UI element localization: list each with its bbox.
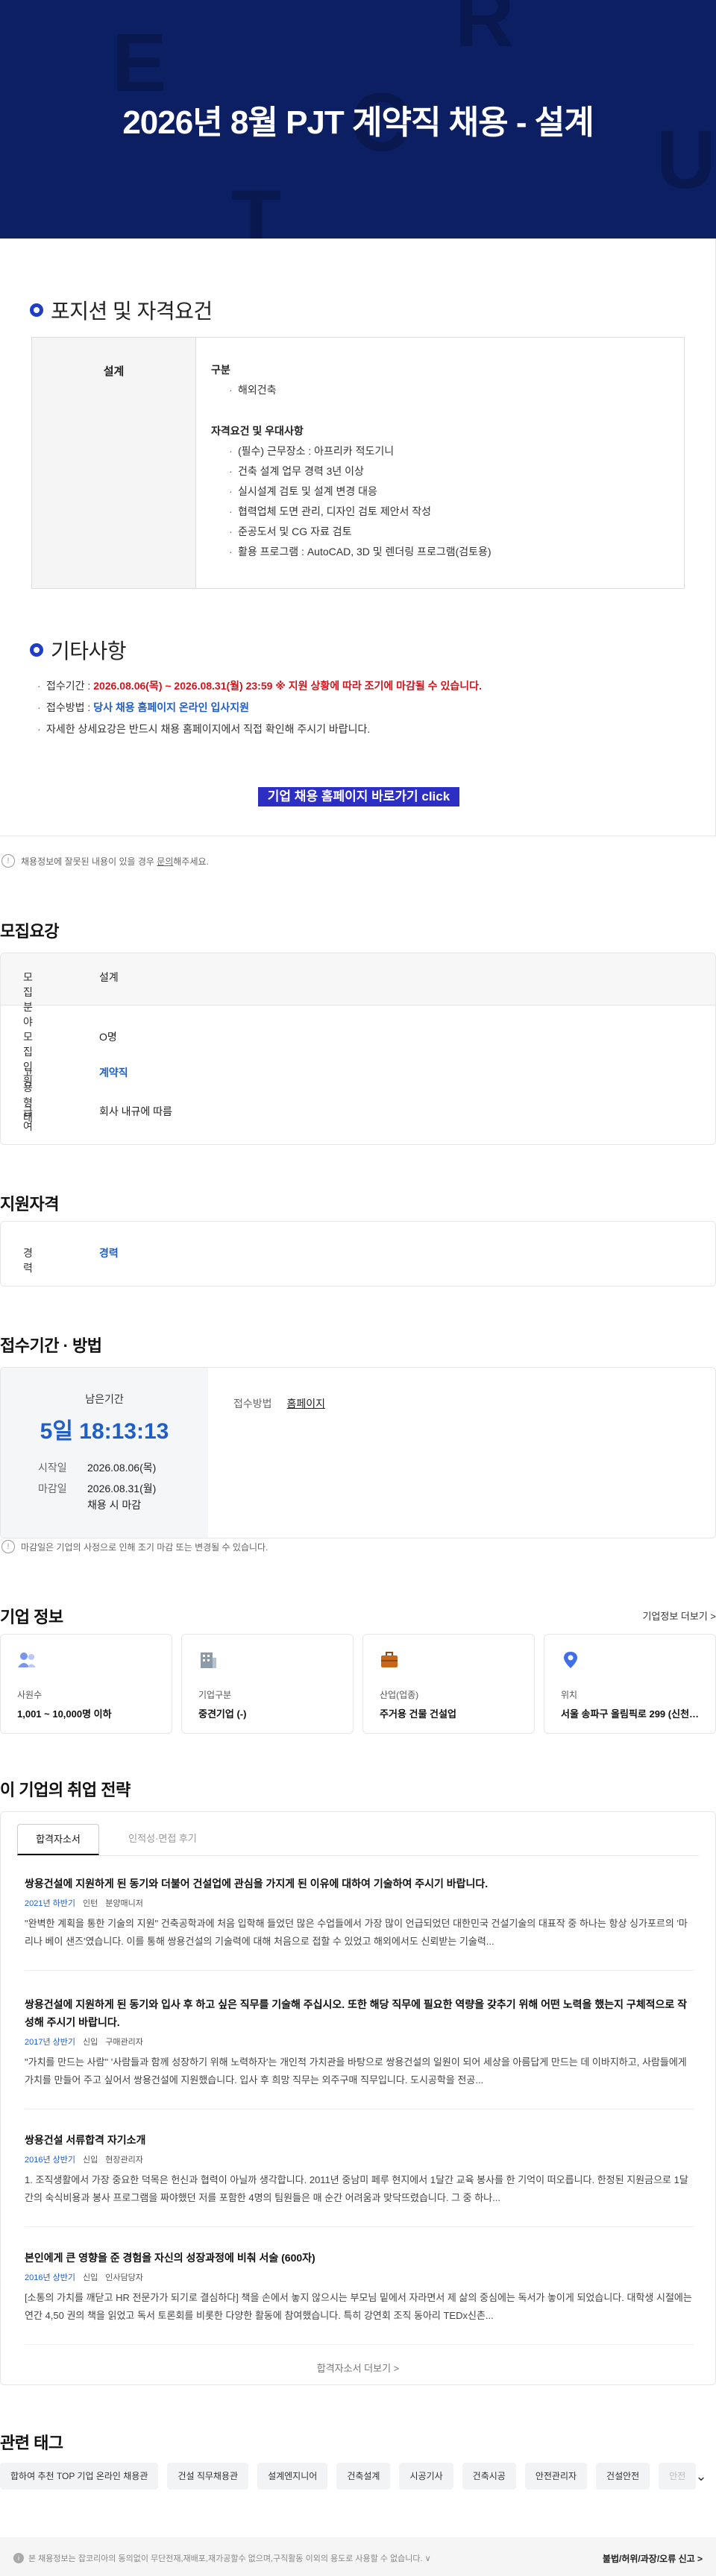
company-more-link[interactable]: 기업정보 더보기 > bbox=[642, 1609, 716, 1623]
inquiry-link[interactable]: 문의 bbox=[157, 856, 173, 867]
chevron-down-icon[interactable]: ⌄ bbox=[692, 2467, 710, 2485]
qualification-card: 경력 경력 bbox=[0, 1221, 716, 1287]
people-icon bbox=[18, 1652, 36, 1667]
briefcase-icon bbox=[381, 1652, 398, 1667]
footer-bar: i 본 채용정보는 잡코리아의 동의없이 무단전재,재배포,재가공할수 없으며,… bbox=[0, 2537, 716, 2576]
strategy-tabs: 합격자소서 인적성·면접 후기 bbox=[17, 1824, 204, 1855]
job-title: 2026년 8월 PJT 계약직 채용 - 설계 bbox=[122, 104, 594, 141]
tab-essays[interactable]: 합격자소서 bbox=[17, 1824, 99, 1855]
countdown-timer: 5일 18:13:13 bbox=[40, 1419, 169, 1444]
essay-item[interactable]: 쌍용건설에 지원하게 된 동기와 입사 후 하고 싶은 직무를 기술해 주십시오… bbox=[25, 1995, 694, 2109]
more-essays-link[interactable]: 합격자소서 더보기 > bbox=[1, 2361, 715, 2375]
etc-list: 접수기간 : 2026.08.06(목) ~ 2026.08.31(월) 23:… bbox=[37, 675, 482, 740]
summary-heading: 모집요강 bbox=[0, 922, 59, 941]
period-card: 남은기간 5일 18:13:13 시작일 2026.08.06(목) 마감일 202… bbox=[0, 1367, 716, 1538]
essay-item[interactable]: 본인에게 큰 영향을 준 경험을 자신의 성장과정에 비춰 서술 (600자) … bbox=[25, 2249, 694, 2345]
copyright-notice: i 본 채용정보는 잡코리아의 동의없이 무단전재,재배포,재가공할수 없으며,… bbox=[13, 2552, 431, 2564]
info-icon: ! bbox=[1, 1540, 15, 1553]
tab-interview-reviews[interactable]: 인적성·면접 후기 bbox=[122, 1824, 204, 1855]
homepage-link[interactable]: 홈페이지 bbox=[287, 1398, 326, 1409]
bullet-circle-icon bbox=[30, 303, 43, 317]
tag-item[interactable]: 안전관리자 bbox=[524, 2463, 588, 2490]
etc-period: 접수기간 : 2026.08.06(목) ~ 2026.08.31(월) 23:… bbox=[37, 675, 482, 697]
experience-link[interactable]: 경력 bbox=[99, 1246, 119, 1260]
requirement-item: 건축 설계 업무 경력 3년 이상 bbox=[211, 461, 669, 482]
positions-heading: 포지션 및 자격요건 bbox=[30, 295, 213, 325]
essay-item[interactable]: 쌍용건설 서류합격 자기소개 2016년 상반기 신입 현장관리자 1. 조직생활에… bbox=[25, 2131, 694, 2227]
summary-card: 모집분야 설계 모집인원 O명 고용형태 계약직 급여 회사 내규에 따름 bbox=[0, 953, 716, 1145]
company-card-location: 위치 서울 송파구 올림픽로 299 (신천동, 롯데월드타워) bbox=[544, 1634, 716, 1734]
info-icon: i bbox=[13, 2553, 24, 2563]
end-date: 마감일 2026.08.31(월) bbox=[38, 1483, 157, 1494]
report-note: ! 채용정보에 잘못된 내용이 있을 경우 문의해주세요. bbox=[1, 854, 209, 868]
employment-type-link[interactable]: 계약직 bbox=[99, 1065, 128, 1080]
location-pin-icon bbox=[564, 1652, 577, 1668]
start-date: 시작일 2026.08.06(목) bbox=[38, 1462, 157, 1474]
company-card-industry: 산업(업종) 주거용 건물 건설업 bbox=[362, 1634, 535, 1734]
strategy-card: 합격자소서 인적성·면접 후기 쌍용건설에 지원하게 된 동기와 더불어 건설업… bbox=[0, 1811, 716, 2385]
requirement-item: 실시설계 검토 및 설계 변경 대응 bbox=[211, 482, 669, 502]
essay-item[interactable]: 쌍용건설에 지원하게 된 동기와 더불어 건설업에 관심을 가지게 된 이유에 … bbox=[25, 1875, 694, 1971]
position-label: 설계 bbox=[32, 338, 196, 588]
tag-item[interactable]: 건설 직무채용관 bbox=[167, 2463, 249, 2490]
tag-item[interactable]: 안전 bbox=[659, 2463, 697, 2490]
banner-deco-letter: E bbox=[112, 17, 167, 109]
tag-item[interactable]: 설계엔지니어 bbox=[257, 2463, 328, 2490]
building-icon bbox=[201, 1652, 216, 1668]
tag-list: 합하여 추천 TOP 기업 온라인 채용관 건설 직무채용관 설계엔지니어 건축… bbox=[0, 2463, 716, 2493]
tag-item[interactable]: 건축시공 bbox=[462, 2463, 516, 2490]
end-note: 채용 시 마감 bbox=[87, 1499, 142, 1511]
group-title: 구분 bbox=[211, 364, 230, 376]
report-link[interactable]: 불법/허위/과장/오류 신고 > bbox=[603, 2552, 703, 2565]
requirement-item: 활용 프로그램 : AutoCAD, 3D 및 렌더링 프로그램(검토용) bbox=[211, 542, 669, 562]
company-card-employees: 사원수 1,001 ~ 10,000명 이하 bbox=[0, 1634, 172, 1734]
period-heading: 접수기간 · 방법 bbox=[0, 1336, 102, 1355]
tag-item[interactable]: 시공기사 bbox=[399, 2463, 453, 2490]
company-homepage-button[interactable]: 기업 채용 홈페이지 바로가기 click bbox=[258, 787, 459, 806]
requirement-item: 협력업체 도면 관리, 디자인 검토 제안서 작성 bbox=[211, 502, 669, 522]
requirement-item: (필수) 근무장소 : 아프리카 적도기니 bbox=[211, 441, 669, 461]
strategy-heading: 이 기업의 취업 전략 bbox=[0, 1781, 131, 1799]
requirement-item: 준공도서 및 CG 자료 검토 bbox=[211, 522, 669, 542]
bullet-circle-icon bbox=[30, 643, 43, 657]
tag-item[interactable]: 합하여 추천 TOP 기업 온라인 채용관 bbox=[0, 2463, 159, 2490]
info-icon: ! bbox=[1, 854, 15, 868]
company-card-type: 기업구분 중견기업 (-) bbox=[181, 1634, 354, 1734]
requirement-item: 해외건축 bbox=[211, 380, 669, 400]
period-note: ! 마감일은 기업의 사정으로 인해 조기 마감 또는 변경될 수 있습니다. bbox=[1, 1540, 268, 1553]
remaining-label: 남은기간 bbox=[85, 1393, 124, 1405]
qualification-heading: 지원자격 bbox=[0, 1195, 59, 1213]
company-heading: 기업 정보 bbox=[0, 1608, 63, 1626]
tag-item[interactable]: 건설안전 bbox=[596, 2463, 650, 2490]
etc-method: 접수방법 : 당사 채용 홈페이지 온라인 입사지원 bbox=[37, 697, 482, 719]
tag-item[interactable]: 건축설계 bbox=[336, 2463, 391, 2490]
banner-deco-letter: R bbox=[455, 0, 515, 64]
position-requirements: 구분 해외건축 자격요건 및 우대사항 (필수) 근무장소 : 아프리카 적도기… bbox=[196, 338, 684, 588]
etc-notice: 자세한 상세요강은 반드시 채용 홈페이지에서 직접 확인해 주시기 바랍니다. bbox=[37, 719, 482, 740]
apply-method: 접수방법 홈페이지 bbox=[233, 1398, 326, 1409]
group-title: 자격요건 및 우대사항 bbox=[211, 425, 304, 437]
positions-table: 설계 구분 해외건축 자격요건 및 우대사항 (필수) 근무장소 : 아프리카 … bbox=[31, 337, 685, 589]
job-banner: E R C U T 2026년 8월 PJT 계약직 채용 - 설계 bbox=[0, 0, 716, 239]
tags-heading: 관련 태그 bbox=[0, 2434, 63, 2452]
banner-deco-letter: T bbox=[231, 174, 282, 239]
etc-heading: 기타사항 bbox=[30, 635, 127, 665]
